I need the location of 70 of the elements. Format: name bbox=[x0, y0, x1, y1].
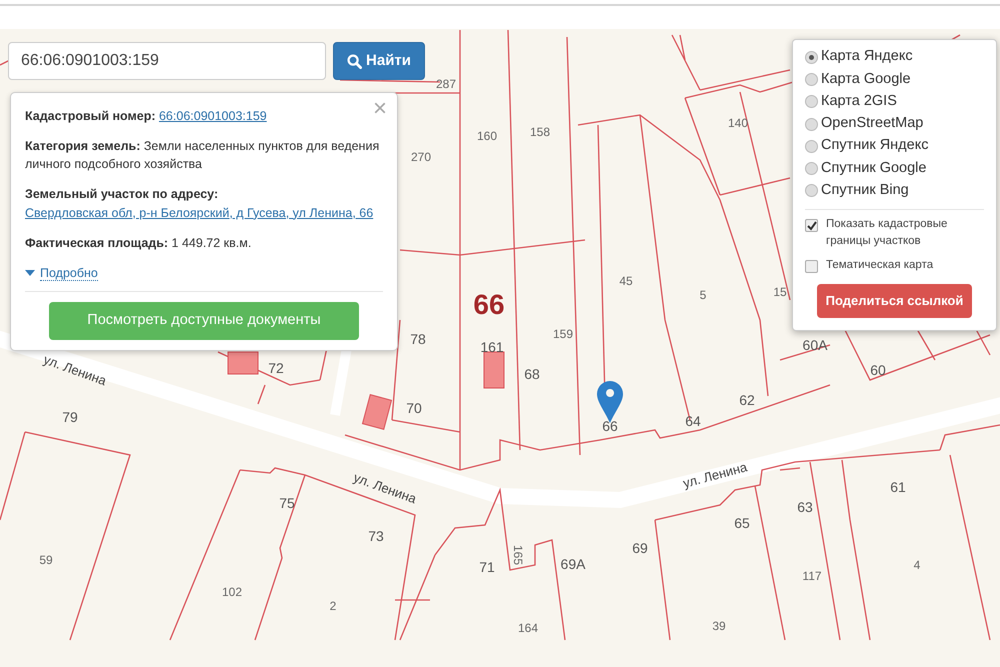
parcel-number: 66 bbox=[473, 291, 505, 319]
parcel-number: 64 bbox=[685, 414, 701, 428]
parcel-number: 69А bbox=[560, 557, 586, 571]
parcel-number: 270 bbox=[410, 151, 432, 163]
radio-button[interactable] bbox=[805, 140, 818, 153]
parcel-number: 71 bbox=[479, 560, 495, 574]
parcel-number: 75 bbox=[279, 496, 295, 510]
radio-label[interactable]: Карта Яндекс bbox=[821, 46, 913, 68]
parcel-number: 165 bbox=[512, 544, 524, 566]
parcel-number: 5 bbox=[700, 289, 706, 301]
parcel-number: 15 bbox=[773, 286, 787, 298]
radio-label[interactable]: Карта Google bbox=[821, 68, 911, 90]
parcel-number: 287 bbox=[436, 78, 456, 90]
search-field[interactable]: 66:06:0901003:159 bbox=[8, 42, 326, 80]
parcel-number: 72 bbox=[268, 361, 284, 375]
radio-label[interactable]: Карта 2GIS bbox=[821, 90, 897, 113]
parcel-number: 79 bbox=[62, 410, 78, 424]
parcel-number: 61 bbox=[890, 480, 906, 494]
parcel-number: 117 bbox=[802, 570, 822, 582]
radio-button[interactable] bbox=[805, 50, 818, 64]
checkbox-label[interactable]: Показать кадастровые границы участков bbox=[826, 216, 984, 251]
parcel-number: 68 bbox=[524, 367, 540, 381]
field-label: Земельный участок по адресу: bbox=[25, 187, 218, 202]
street-label: ул. Ленина bbox=[682, 460, 748, 490]
parcel-number: 4 bbox=[914, 559, 920, 571]
radio-label[interactable]: Спутник Bing bbox=[821, 180, 909, 202]
parcel-number: 159 bbox=[552, 328, 574, 340]
field-link[interactable]: Свердловская обл, р-н Белоярский, д Гусева, ул Ленина, 66 bbox=[25, 206, 374, 220]
parcel-number: 160 bbox=[476, 130, 498, 142]
details-link[interactable]: Подробно bbox=[40, 266, 98, 281]
info-text: Фактическая площадь: 1 449.72 кв.м. bbox=[25, 234, 252, 252]
checkbox[interactable] bbox=[805, 260, 818, 273]
parcel-number: 102 bbox=[222, 586, 242, 598]
radio-label[interactable]: Спутник Google bbox=[821, 158, 926, 180]
parcel-number: 66 bbox=[602, 419, 618, 433]
parcel-number: 60 bbox=[870, 363, 886, 377]
search-icon bbox=[347, 54, 362, 68]
parcel-number: 60А bbox=[802, 338, 828, 352]
building-shape bbox=[228, 352, 258, 374]
parcel-number: 164 bbox=[518, 622, 538, 634]
parcel-number: 39 bbox=[712, 620, 726, 632]
radio-button[interactable] bbox=[805, 118, 818, 131]
map-pin-icon[interactable] bbox=[597, 381, 623, 423]
parcel-number: 2 bbox=[330, 600, 336, 612]
info-text: Категория земель: Земли населенных пунктов для ведения личного подсобного хозяйства bbox=[25, 138, 380, 174]
radio-button[interactable] bbox=[805, 72, 818, 86]
parcel-number: 65 bbox=[734, 516, 750, 530]
field-link[interactable]: 66:06:0901003:159 bbox=[158, 109, 267, 123]
parcel-number: 73 bbox=[368, 529, 384, 543]
parcel-number: 161 bbox=[480, 340, 504, 354]
field-label: Кадастровый номер: bbox=[25, 109, 156, 123]
search-button[interactable]: Найти bbox=[333, 42, 425, 80]
parcel-number: 45 bbox=[619, 275, 633, 287]
parcel-number: 59 bbox=[39, 554, 53, 566]
radio-button[interactable] bbox=[805, 95, 818, 108]
checkbox[interactable] bbox=[805, 219, 818, 232]
parcel-number: 63 bbox=[797, 500, 813, 514]
radio-label[interactable]: OpenStreetMap bbox=[821, 113, 924, 135]
building-shape bbox=[484, 352, 504, 388]
radio-button[interactable] bbox=[805, 162, 818, 176]
parcel-number: 158 bbox=[530, 126, 550, 138]
parcel-number: 140 bbox=[728, 117, 748, 129]
share-link-button[interactable]: Поделиться ссылкой bbox=[817, 284, 972, 318]
parcel-number: 62 bbox=[739, 393, 755, 407]
checkbox-label[interactable]: Тематическая карта bbox=[826, 256, 934, 274]
parcel-number: 70 bbox=[406, 401, 422, 415]
radio-button[interactable] bbox=[805, 184, 818, 198]
parcel-number: 69 bbox=[632, 541, 648, 555]
radio-label[interactable]: Спутник Яндекс bbox=[821, 135, 928, 158]
parcel-number: 78 bbox=[410, 332, 426, 346]
